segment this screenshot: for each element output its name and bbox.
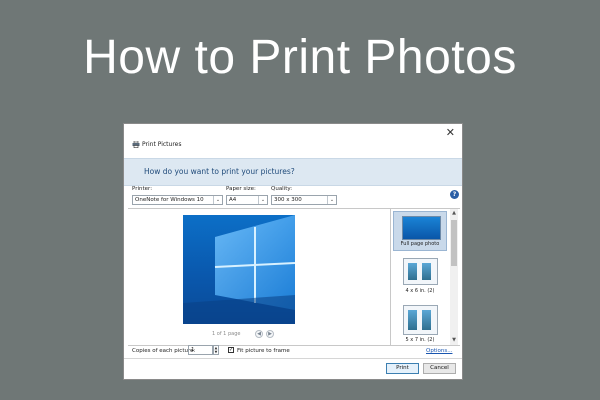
windows-10-wallpaper-icon: [183, 215, 295, 324]
layout-full-page-photo[interactable]: Full page photo: [393, 211, 447, 251]
copies-value: 1: [191, 347, 195, 353]
scroll-thumb[interactable]: [451, 220, 457, 266]
copies-input[interactable]: 1: [188, 345, 213, 355]
mini-photo: [422, 310, 431, 330]
layout-4x6[interactable]: 4 x 6 in. (2): [393, 258, 447, 298]
full-page-thumbnail-icon: [402, 216, 441, 240]
scroll-up-icon[interactable]: ▲: [450, 210, 458, 216]
printer-label: Printer:: [132, 186, 153, 192]
printer-icon: [132, 141, 140, 148]
four-by-six-thumbnail-icon: [403, 258, 438, 285]
close-icon[interactable]: ✕: [446, 126, 455, 139]
copies-spinner[interactable]: ▲ ▼: [213, 345, 219, 355]
chevron-down-icon: ⌄: [327, 196, 336, 204]
dialog-titlebar: ✕ Print Pictures: [124, 124, 462, 158]
question-text: How do you want to print your pictures?: [144, 167, 295, 176]
page-headline: How to Print Photos: [83, 31, 517, 84]
layout-label: 5 x 7 in. (2): [405, 337, 435, 343]
chevron-down-icon: ⌄: [213, 196, 222, 204]
paper-size-select[interactable]: A4 ⌄: [226, 195, 268, 205]
photo-preview: [183, 215, 295, 324]
help-icon[interactable]: ?: [450, 190, 459, 199]
cancel-button[interactable]: Cancel: [423, 363, 456, 374]
layout-label: Full page photo: [400, 241, 440, 247]
dialog-title: Print Pictures: [142, 141, 182, 148]
copies-label: Copies of each picture:: [132, 348, 196, 354]
mini-photo: [422, 263, 431, 280]
printer-select[interactable]: OneNote for Windows 10 ⌄: [132, 195, 223, 205]
quality-value: 300 x 300: [274, 197, 302, 203]
scroll-down-icon[interactable]: ▼: [450, 337, 458, 343]
layout-label: 4 x 6 in. (2): [405, 288, 435, 294]
options-link[interactable]: Options...: [426, 348, 452, 354]
chevron-down-icon: ⌄: [258, 196, 267, 204]
five-by-seven-thumbnail-icon: [403, 305, 438, 335]
printer-value: OneNote for Windows 10: [135, 197, 204, 203]
layout-scrollbar[interactable]: ▲ ▼: [450, 209, 458, 345]
next-page-button[interactable]: ▶: [266, 330, 274, 338]
mini-photo: [408, 310, 417, 330]
page-indicator: 1 of 1 page: [212, 331, 241, 337]
layout-5x7[interactable]: 5 x 7 in. (2): [393, 305, 447, 345]
print-pictures-dialog: ✕ Print Pictures How do you want to prin…: [123, 123, 463, 380]
print-button[interactable]: Print: [386, 363, 419, 374]
fit-to-frame-checkbox[interactable]: ✓: [228, 347, 234, 353]
preview-area: 1 of 1 page ◀ ▶: [128, 209, 390, 345]
paper-size-label: Paper size:: [226, 186, 256, 192]
quality-label: Quality:: [271, 186, 293, 192]
content-frame: 1 of 1 page ◀ ▶ Full page photo 4 x 6 in…: [128, 208, 461, 346]
layout-panel: Full page photo 4 x 6 in. (2) 5 x 7 in. …: [390, 209, 461, 345]
footer-divider: [124, 358, 462, 359]
spin-down-icon[interactable]: ▼: [214, 350, 218, 354]
paper-size-value: A4: [229, 197, 237, 203]
previous-page-button[interactable]: ◀: [255, 330, 263, 338]
mini-photo: [408, 263, 417, 280]
fit-to-frame-label[interactable]: Fit picture to frame: [237, 348, 290, 354]
quality-select[interactable]: 300 x 300 ⌄: [271, 195, 337, 205]
question-banner: How do you want to print your pictures?: [124, 158, 462, 186]
